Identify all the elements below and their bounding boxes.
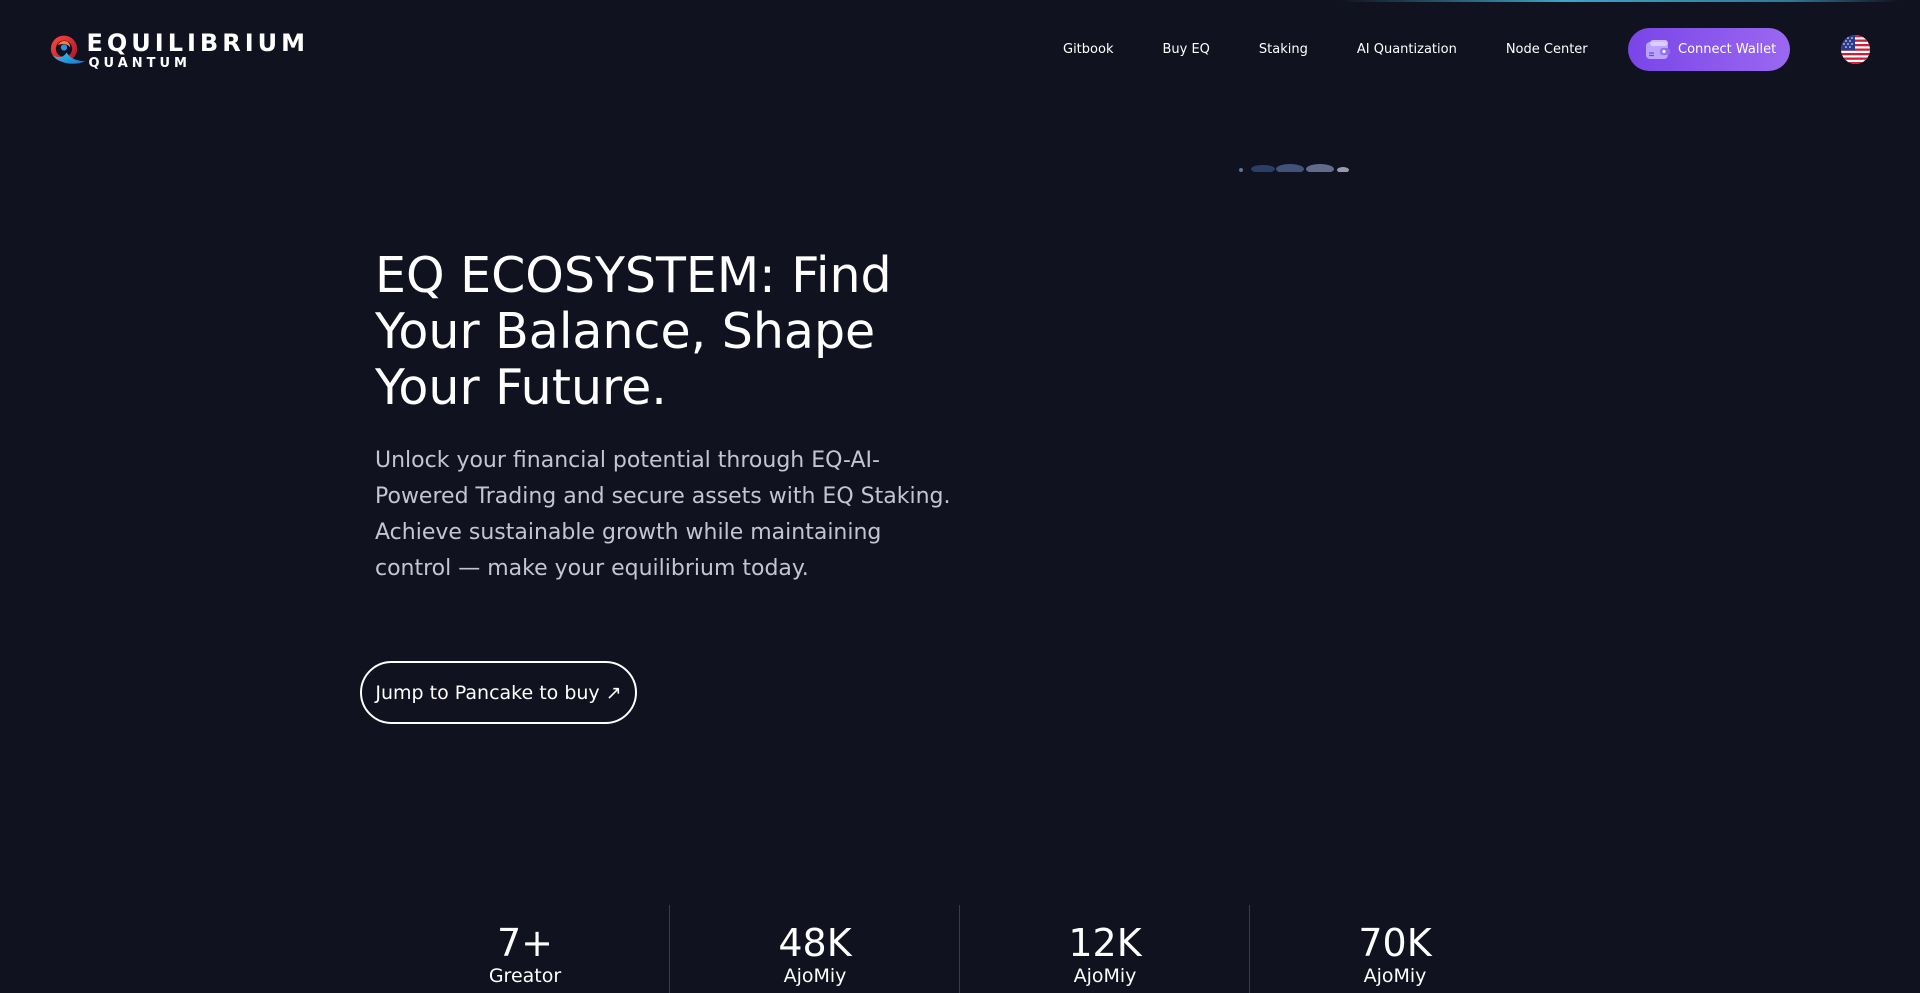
stats-bar: 7+ Greator 48K AjoMiy 12K AjoMiy 70K Ajo… (380, 905, 1540, 993)
nav-item-staking[interactable]: Staking (1259, 38, 1308, 62)
stat-label: AjoMiy (1073, 965, 1137, 987)
stat-label: AjoMiy (783, 965, 847, 987)
nav-item-gitbook[interactable]: Gitbook (1063, 38, 1113, 62)
nav-item-ai-quantization[interactable]: AI Quantization (1357, 38, 1457, 62)
logo[interactable]: EQUILIBRIUM QUANTUM (49, 24, 309, 76)
main-nav: Gitbook Buy EQ Staking AI Quantization N… (1063, 38, 1588, 62)
brand-name: EQUILIBRIUM (86, 28, 309, 57)
stat-item: 48K AjoMiy (715, 923, 915, 987)
jump-to-pancake-button[interactable]: Jump to Pancake to buy ↗ (360, 661, 637, 724)
wallet-icon (1646, 39, 1670, 59)
stat-value: 48K (778, 921, 852, 965)
us-flag-icon[interactable] (1841, 35, 1870, 64)
stat-item: 70K AjoMiy (1295, 923, 1495, 987)
language-selector-flag (1841, 35, 1870, 64)
logo-text: EQUILIBRIUM QUANTUM (86, 31, 309, 70)
page: EQUILIBRIUM QUANTUM Gitbook Buy EQ Staki… (0, 0, 1920, 993)
stat-divider (959, 905, 960, 993)
stat-value: 70K (1358, 921, 1432, 965)
connect-wallet-button[interactable]: Connect Wallet (1628, 28, 1790, 71)
stat-divider (669, 905, 670, 993)
decorative-orbs (1239, 164, 1349, 172)
header: EQUILIBRIUM QUANTUM Gitbook Buy EQ Staki… (0, 0, 1920, 100)
nav-item-node-center[interactable]: Node Center (1506, 38, 1588, 62)
stat-item: 7+ Greator (425, 923, 625, 987)
stat-label: Greator (488, 965, 562, 987)
stat-item: 12K AjoMiy (1005, 923, 1205, 987)
hero-title: EQ ECOSYSTEM: Find Your Balance, Shape Y… (375, 247, 892, 416)
stat-value: 7+ (496, 921, 554, 965)
stat-divider (1249, 905, 1250, 993)
hero-description: Unlock your financial potential through … (375, 448, 951, 581)
logo-swirl-icon (50, 35, 86, 64)
external-arrow-icon: ↗ (605, 681, 622, 704)
connect-wallet-label: Connect Wallet (1678, 42, 1777, 57)
stat-label: AjoMiy (1363, 965, 1427, 987)
brand-tagline: QUANTUM (88, 55, 191, 71)
cta-label: Jump to Pancake to buy (375, 681, 600, 704)
stat-value: 12K (1068, 921, 1142, 965)
nav-item-buy-eq[interactable]: Buy EQ (1162, 38, 1209, 62)
